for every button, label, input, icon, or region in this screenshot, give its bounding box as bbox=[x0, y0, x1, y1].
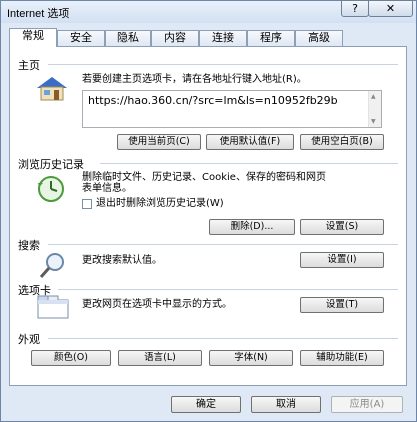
accessibility-button[interactable]: 辅助功能(E) bbox=[300, 350, 384, 366]
history-section-title: 浏览历史记录 bbox=[18, 158, 84, 171]
house-icon bbox=[37, 77, 67, 101]
title-bar: Internet 选项 ? ✕ bbox=[1, 0, 416, 23]
tab-privacy[interactable]: 隐私 bbox=[105, 30, 151, 46]
delete-history-button[interactable]: 删除(D)... bbox=[209, 219, 295, 235]
window-title: Internet 选项 bbox=[7, 8, 70, 20]
use-default-button[interactable]: 使用默认值(F) bbox=[206, 134, 294, 150]
home-section-title: 主页 bbox=[18, 59, 40, 72]
tabs-description: 更改网页在选项卡中显示的方式。 bbox=[82, 299, 232, 310]
use-blank-button[interactable]: 使用空白页(B) bbox=[300, 134, 384, 150]
history-divider bbox=[100, 163, 398, 164]
magnifier-icon bbox=[39, 253, 64, 278]
search-divider bbox=[48, 244, 398, 245]
appearance-section-title: 外观 bbox=[18, 333, 40, 346]
delete-on-exit-label: 退出时删除浏览历史记录(W) bbox=[96, 198, 224, 209]
tabs-divider bbox=[58, 289, 398, 290]
search-section-title: 搜索 bbox=[18, 239, 40, 252]
delete-on-exit-checkbox[interactable] bbox=[82, 199, 92, 209]
help-button[interactable]: ? bbox=[341, 0, 369, 17]
search-settings-button[interactable]: 设置(I) bbox=[300, 252, 384, 268]
search-description: 更改搜索默认值。 bbox=[82, 255, 162, 266]
url-scrollbar[interactable]: ▲ ▼ bbox=[368, 91, 381, 127]
tab-content[interactable]: 内容 bbox=[151, 30, 199, 46]
use-current-page-button[interactable]: 使用当前页(C) bbox=[117, 134, 201, 150]
tabs-settings-button[interactable]: 设置(T) bbox=[300, 297, 384, 313]
history-description-line2: 表单信息。 bbox=[82, 183, 132, 194]
tabbed-window-icon bbox=[37, 295, 69, 319]
home-url-value: https://hao.360.cn/?src=lm&ls=n10952fb29… bbox=[88, 94, 338, 107]
home-divider bbox=[48, 64, 398, 65]
ok-button[interactable]: 确定 bbox=[171, 396, 241, 413]
history-clock-icon bbox=[38, 176, 64, 202]
apply-button[interactable]: 应用(A) bbox=[331, 396, 403, 413]
home-instruction: 若要创建主页选项卡，请在各地址行键入地址(R)。 bbox=[82, 74, 307, 85]
scroll-up-icon[interactable]: ▲ bbox=[371, 93, 376, 100]
cancel-button[interactable]: 取消 bbox=[251, 396, 321, 413]
internet-options-dialog: Internet 选项 ? ✕ 常规 安全 隐私 内容 连接 程序 高级 主页 … bbox=[0, 0, 417, 422]
languages-button[interactable]: 语言(L) bbox=[118, 350, 202, 366]
tab-security[interactable]: 安全 bbox=[57, 30, 105, 46]
colors-button[interactable]: 颜色(O) bbox=[31, 350, 111, 366]
general-tab-panel: 主页 若要创建主页选项卡，请在各地址行键入地址(R)。 https://hao.… bbox=[9, 46, 407, 386]
scroll-down-icon[interactable]: ▼ bbox=[371, 118, 376, 125]
tab-general[interactable]: 常规 bbox=[9, 28, 57, 47]
history-settings-button[interactable]: 设置(S) bbox=[300, 219, 384, 235]
close-button[interactable]: ✕ bbox=[368, 0, 413, 17]
tab-advanced[interactable]: 高级 bbox=[295, 30, 343, 46]
appearance-divider bbox=[48, 338, 398, 339]
fonts-button[interactable]: 字体(N) bbox=[209, 350, 293, 366]
home-url-textarea[interactable]: https://hao.360.cn/?src=lm&ls=n10952fb29… bbox=[82, 90, 382, 128]
tab-programs[interactable]: 程序 bbox=[247, 30, 295, 46]
tab-connections[interactable]: 连接 bbox=[199, 30, 247, 46]
